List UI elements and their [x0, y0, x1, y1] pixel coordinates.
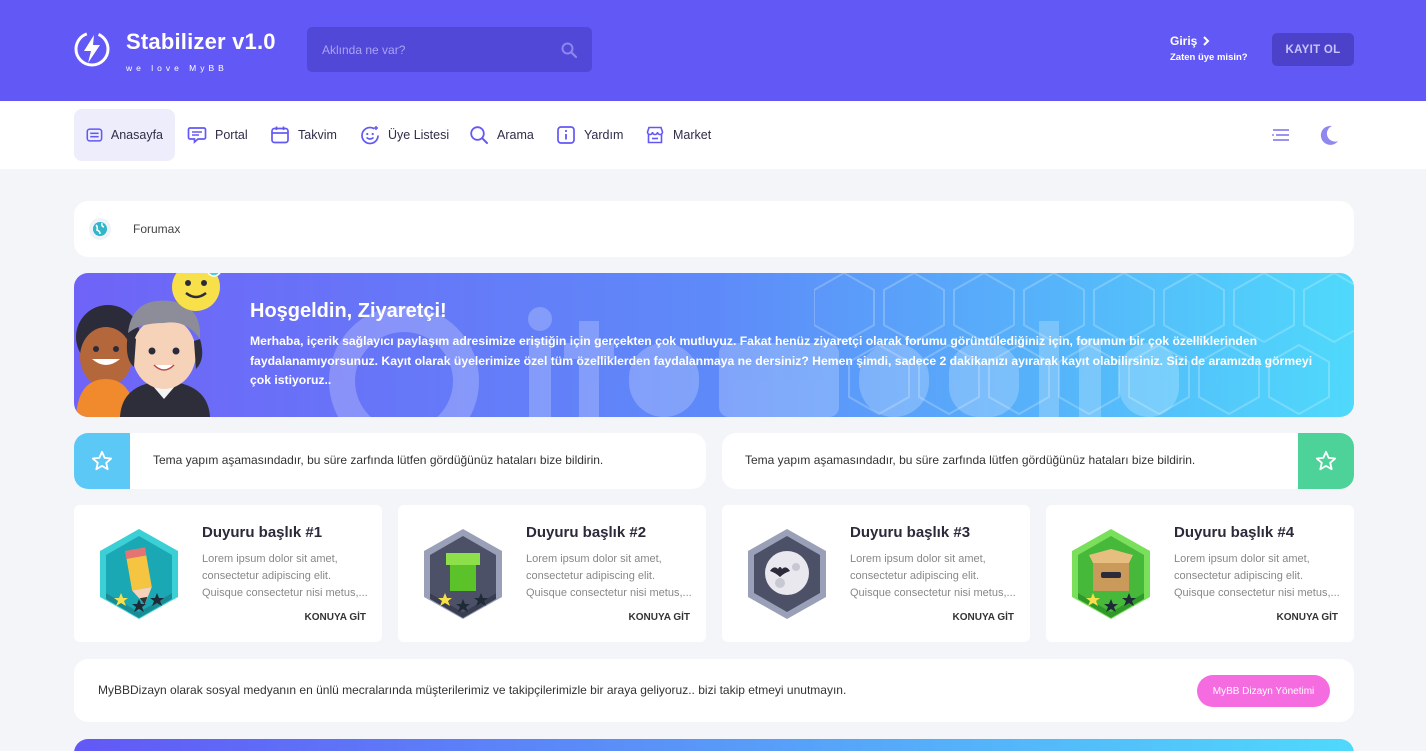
breadcrumb-item[interactable]: Forumax	[133, 222, 180, 236]
moon-bat-badge-icon	[748, 529, 826, 619]
visitor-avatars-illustration	[76, 273, 221, 417]
logo-title: Stabilizer v1.0	[126, 29, 276, 54]
login-label: Giriş	[1170, 34, 1198, 48]
pencil-badge-icon	[100, 529, 178, 619]
nav-label: Portal	[215, 128, 248, 142]
notice-bar: Tema yapım aşamasındadır, bu süre zarfın…	[722, 433, 1354, 489]
star-icon	[1315, 450, 1337, 471]
search-input[interactable]	[307, 27, 547, 72]
nav-item-market[interactable]: Market	[645, 109, 711, 161]
announcement-card: Duyuru başlık #4 Lorem ipsum dolor sit a…	[1046, 505, 1354, 642]
main-nav: Anasayfa Portal Takvim Üye Listesi Arama…	[0, 101, 1426, 169]
announcement-desc: Lorem ipsum dolor sit amet, consectetur …	[202, 553, 368, 599]
notice-text: Tema yapım aşamasındadır, bu süre zarfın…	[153, 453, 604, 467]
notice-text: Tema yapım aşamasındadır, bu süre zarfın…	[745, 453, 1196, 467]
announcement-title[interactable]: Duyuru başlık #2	[526, 524, 646, 541]
go-to-topic-link[interactable]: KONUYA GİT	[953, 612, 1015, 623]
nav-label: Yardım	[584, 128, 624, 142]
social-text: MyBBDizayn olarak sosyal medyanın en ünl…	[98, 683, 847, 697]
welcome-title: Hoşgeldin, Ziyaretçi!	[250, 300, 447, 322]
home-card-icon	[86, 128, 103, 142]
announcement-title[interactable]: Duyuru başlık #1	[202, 524, 322, 541]
announcement-card: Duyuru başlık #1 Lorem ipsum dolor sit a…	[74, 505, 382, 642]
nav-label: Takvim	[298, 128, 337, 142]
pipe-badge-icon	[424, 529, 502, 619]
nav-label: Market	[673, 128, 712, 142]
welcome-banner: Hoşgeldin, Ziyaretçi! Merhaba, içerik sa…	[74, 273, 1354, 417]
announcement-title[interactable]: Duyuru başlık #3	[850, 524, 970, 541]
social-admin-button[interactable]: MyBB Dizayn Yönetimi	[1197, 675, 1330, 707]
go-to-topic-link[interactable]: KONUYA GİT	[305, 612, 367, 623]
nav-label: Arama	[497, 128, 534, 142]
nav-item-yardim[interactable]: Yardım	[556, 109, 623, 161]
announcement-desc: Lorem ipsum dolor sit amet, consectetur …	[526, 553, 692, 599]
breadcrumb: Forumax	[74, 201, 1354, 257]
lightning-logo-icon	[74, 31, 110, 67]
announcement-desc: Lorem ipsum dolor sit amet, consectetur …	[1174, 553, 1340, 599]
search-box	[307, 27, 592, 72]
chevron-right-icon	[1203, 36, 1210, 46]
globe-icon	[89, 218, 111, 240]
nav-label: Anasayfa	[110, 128, 163, 142]
nav-label: Üye Listesi	[388, 128, 450, 142]
go-to-topic-link[interactable]: KONUYA GİT	[629, 612, 691, 623]
menu-lines-icon[interactable]	[1269, 123, 1293, 147]
site-header: Stabilizer v1.0 we love MyBB Giriş Zaten…	[0, 0, 1426, 101]
smiley-icon	[361, 126, 379, 145]
announcement-card: Duyuru başlık #3 Lorem ipsum dolor sit a…	[722, 505, 1030, 642]
welcome-text: Merhaba, içerik sağlayıcı paylaşım adres…	[250, 334, 1313, 387]
social-bar: MyBBDizayn olarak sosyal medyanın en ünl…	[74, 659, 1354, 722]
nav-item-anasayfa[interactable]: Anasayfa	[74, 109, 175, 161]
logo-subtitle: we love MyBB	[126, 63, 228, 73]
notice-star-box	[1298, 433, 1354, 489]
portal-chat-icon	[187, 127, 207, 144]
calendar-icon	[271, 126, 289, 144]
announcement-title[interactable]: Duyuru başlık #4	[1174, 524, 1294, 541]
announcement-desc: Lorem ipsum dolor sit amet, consectetur …	[850, 553, 1016, 599]
announcement-card: Duyuru başlık #2 Lorem ipsum dolor sit a…	[398, 505, 706, 642]
footer-gradient-strip	[74, 739, 1354, 751]
nav-item-arama[interactable]: Arama	[469, 109, 534, 161]
notice-star-box	[74, 433, 130, 489]
search-icon[interactable]	[560, 41, 578, 59]
go-to-topic-link[interactable]: KONUYA GİT	[1277, 612, 1339, 623]
notice-bar: Tema yapım aşamasındadır, bu süre zarfın…	[74, 433, 706, 489]
search-icon	[470, 126, 488, 144]
info-icon	[557, 126, 575, 144]
star-icon	[91, 450, 113, 471]
nav-item-takvim[interactable]: Takvim	[270, 109, 337, 161]
login-sub: Zaten üye misin?	[1170, 52, 1248, 63]
store-icon	[646, 126, 664, 144]
box-badge-icon	[1072, 529, 1150, 619]
login-link[interactable]: Giriş Zaten üye misin?	[1170, 34, 1248, 63]
nav-item-portal[interactable]: Portal	[187, 109, 248, 161]
nav-item-uye-listesi[interactable]: Üye Listesi	[360, 109, 449, 161]
moon-icon[interactable]	[1317, 123, 1341, 147]
site-logo[interactable]: Stabilizer v1.0 we love MyBB	[72, 27, 292, 77]
register-button[interactable]: KAYIT OL	[1272, 33, 1354, 66]
